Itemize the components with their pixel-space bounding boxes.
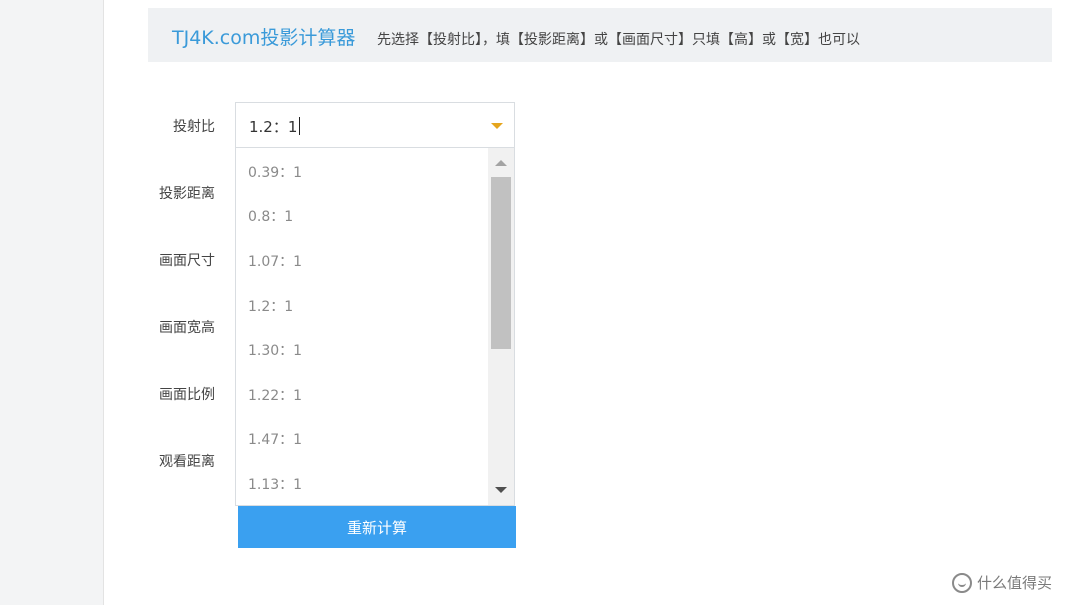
scroll-down-arrow-icon[interactable] — [495, 487, 507, 493]
left-gutter — [0, 0, 104, 605]
label-projection-distance: 投影距离 — [159, 186, 215, 202]
smile-logo-icon — [952, 572, 972, 593]
instructions-text: 先选择【投射比】，填【投影距离】或【画面尺寸】只填【高】或【宽】也可以 — [377, 32, 860, 48]
option-item[interactable]: 1.2：1 — [248, 296, 293, 316]
label-aspect-ratio: 画面比例 — [159, 387, 215, 403]
label-viewing-distance: 观看距离 — [159, 454, 215, 470]
text-cursor — [299, 117, 301, 135]
scroll-thumb[interactable] — [491, 177, 511, 349]
option-item[interactable]: 1.07：1 — [248, 251, 302, 271]
option-item[interactable]: 1.22：1 — [248, 385, 302, 405]
option-item[interactable]: 1.13：1 — [248, 474, 302, 494]
label-screen-size: 画面尺寸 — [159, 253, 215, 269]
page-header: TJ4K.com投影计算器 先选择【投射比】，填【投影距离】或【画面尺寸】只填【… — [148, 8, 1052, 62]
brand-title[interactable]: TJ4K.com投影计算器 — [172, 23, 355, 50]
site-watermark: 什么值得买 — [952, 572, 1052, 593]
throw-ratio-select[interactable]: 1.2：1 — [235, 102, 515, 148]
label-throw-ratio: 投射比 — [173, 119, 215, 135]
recalculate-button[interactable]: 重新计算 — [238, 506, 516, 548]
option-item[interactable]: 1.30：1 — [248, 340, 302, 360]
throw-ratio-options: 0.39：1 0.8：1 1.07：1 1.2：1 1.30：1 1.22：1 … — [235, 148, 515, 506]
label-screen-dimensions: 画面宽高 — [159, 320, 215, 336]
option-item[interactable]: 0.8：1 — [248, 206, 293, 226]
chevron-down-icon[interactable] — [491, 123, 503, 129]
scroll-up-arrow-icon[interactable] — [495, 160, 507, 166]
option-item[interactable]: 1.47：1 — [248, 429, 302, 449]
options-scrollbar[interactable] — [488, 148, 514, 505]
watermark-text: 什么值得买 — [977, 574, 1053, 592]
throw-ratio-value: 1.2：1 — [249, 116, 301, 137]
option-item[interactable]: 0.39：1 — [248, 162, 302, 182]
